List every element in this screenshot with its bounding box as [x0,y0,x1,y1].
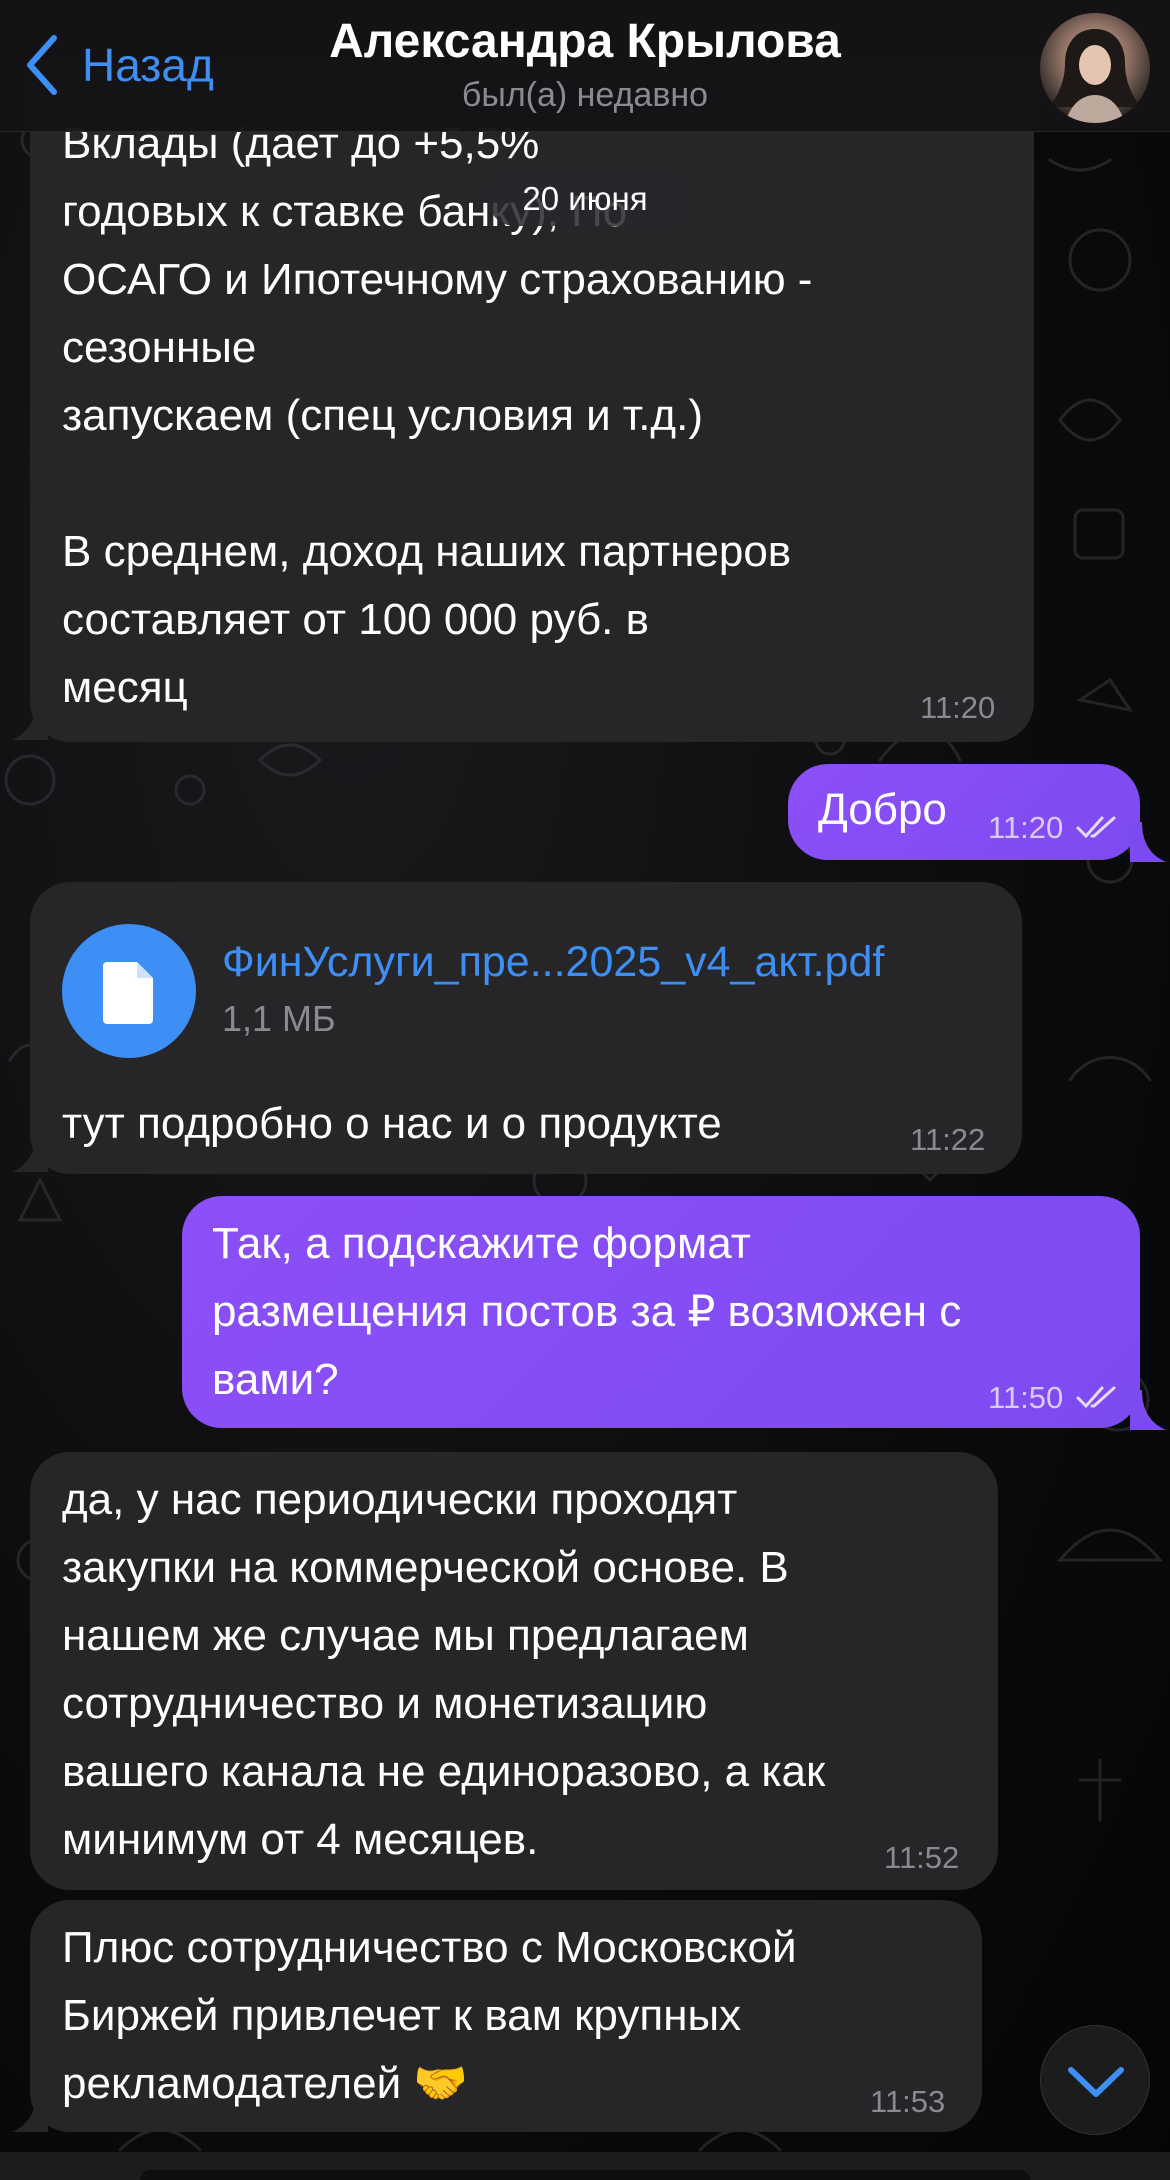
bubble-tail [1130,822,1166,862]
chevron-down-icon [1068,2067,1124,2097]
double-check-icon [1076,1386,1116,1409]
chevron-left-icon [27,35,57,95]
message-time: 11:20 [988,810,1064,845]
avatar[interactable] [1040,13,1150,123]
file-size: 1,1 МБ [222,998,336,1039]
message-time: 11:20 [920,690,996,725]
back-button[interactable]: Назад [22,32,214,98]
bubble-tail [12,700,48,740]
document-icon [103,962,153,1024]
bubble-tail [1130,1390,1166,1430]
message-time: 11:22 [910,1122,986,1157]
message-input[interactable] [140,2170,1030,2180]
message-time: 11:50 [988,1380,1064,1415]
date-separator: 20 июня [488,172,682,226]
message-time: 11:52 [884,1840,960,1875]
message-text: тут подробно о нас и о продукте [62,1099,722,1148]
double-check-icon [1076,816,1116,839]
file-download-button[interactable] [62,924,196,1058]
contact-status: был(а) недавно [461,76,709,114]
bubble-tail [12,2092,48,2132]
message-time: 11:53 [870,2084,946,2119]
scroll-to-bottom-button[interactable] [1040,2025,1150,2135]
avatar-image [1049,29,1141,123]
bubble-tail [12,1132,48,1172]
message-text: да, у нас периодически проходят закупки … [62,1475,826,1864]
chat-header: Назад Александра Крылова был(а) недавно [0,0,1170,132]
back-label: Назад [82,39,214,91]
contact-name[interactable]: Александра Крылова [200,14,970,69]
message-text: Плюс сотрудничество с Московской Биржей … [62,1923,797,2108]
file-name-link[interactable]: ФинУслуги_пре...2025_v4_акт.pdf [222,938,884,987]
